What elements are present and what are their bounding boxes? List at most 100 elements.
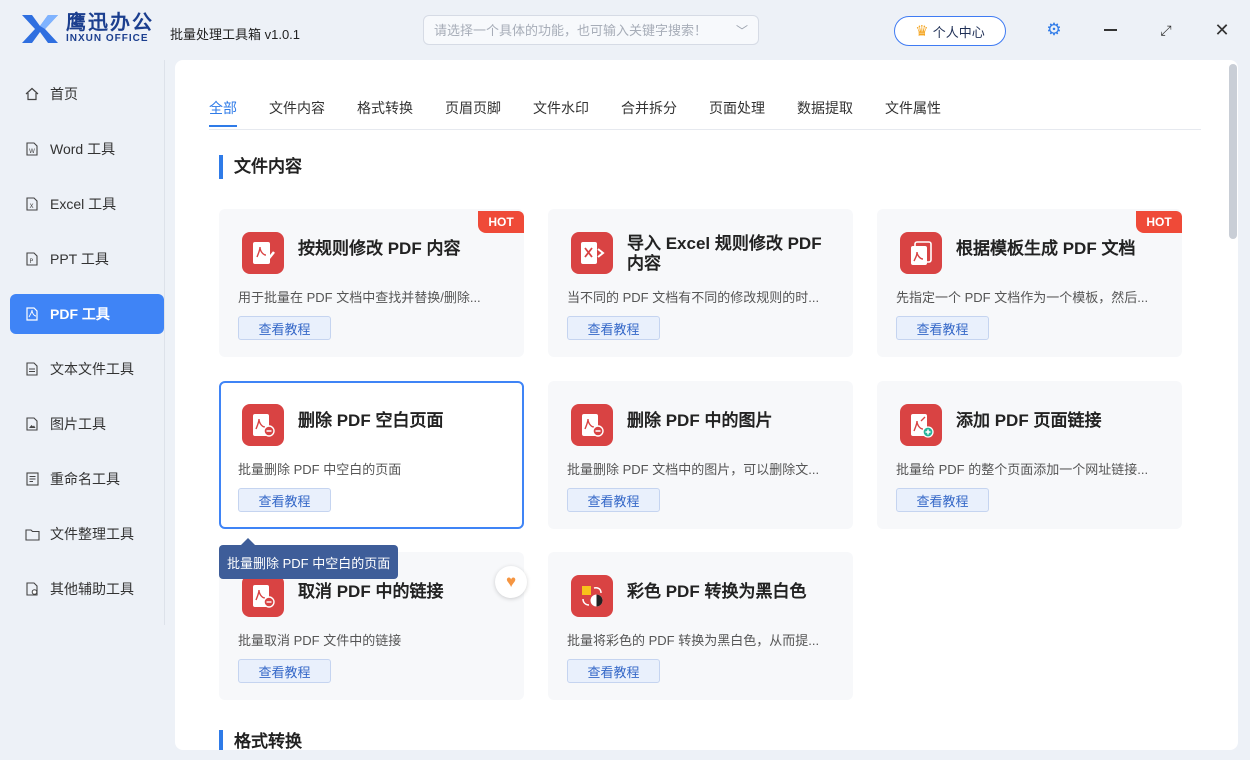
sidebar-item-label: PDF 工具 <box>50 306 110 322</box>
sidebar-item-excel[interactable]: X Excel 工具 <box>10 184 164 224</box>
card-description: 批量将彩色的 PDF 转换为黑白色，从而提... <box>567 633 820 648</box>
tab-header-footer[interactable]: 页眉页脚 <box>445 98 501 130</box>
pdf-delete-page-icon <box>242 404 284 446</box>
sidebar: 首页 W Word 工具 X Excel 工具 P PPT 工具 PDF 工具 … <box>0 60 170 760</box>
section-title-format-conversion: 格式转换 <box>219 730 302 750</box>
tab-page-processing[interactable]: 页面处理 <box>709 98 765 130</box>
view-tutorial-button[interactable]: 查看教程 <box>238 659 331 683</box>
pdf-file-icon <box>24 306 40 322</box>
close-icon[interactable]: ✕ <box>1211 19 1233 41</box>
sidebar-item-label: Word 工具 <box>50 141 116 157</box>
category-tabs: 全部 文件内容 格式转换 页眉页脚 文件水印 合并拆分 页面处理 数据提取 文件… <box>209 98 973 130</box>
sidebar-item-file-organize[interactable]: 文件整理工具 <box>10 514 164 554</box>
tool-card[interactable]: 添加 PDF 页面链接 批量给 PDF 的整个页面添加一个网址链接... 查看教… <box>877 381 1182 529</box>
tooltip: 批量删除 PDF 中空白的页面 <box>219 538 399 579</box>
view-tutorial-button[interactable]: 查看教程 <box>567 316 660 340</box>
sidebar-item-label: 文件整理工具 <box>50 526 134 542</box>
tab-merge-split[interactable]: 合并拆分 <box>621 98 677 130</box>
card-title: 导入 Excel 规则修改 PDF 内容 <box>627 234 822 273</box>
chevron-down-icon[interactable]: ﹀ <box>736 22 748 39</box>
card-title: 彩色 PDF 转换为黑白色 <box>627 582 807 601</box>
color-to-bw-icon <box>571 575 613 617</box>
card-title: 添加 PDF 页面链接 <box>956 411 1102 430</box>
app-title: 批量处理工具箱 v1.0.1 <box>170 27 301 42</box>
sidebar-item-label: 首页 <box>50 86 78 102</box>
sidebar-item-other-tools[interactable]: 其他辅助工具 <box>10 569 164 609</box>
tools-icon <box>24 581 40 597</box>
sidebar-item-label: 其他辅助工具 <box>50 581 134 597</box>
sidebar-item-image[interactable]: 图片工具 <box>10 404 164 444</box>
section-title-file-content: 文件内容 <box>219 155 302 179</box>
ppt-file-icon: P <box>24 251 40 267</box>
excel-import-icon <box>571 232 613 274</box>
logo-chinese: 鹰迅办公 <box>66 12 154 34</box>
view-tutorial-button[interactable]: 查看教程 <box>567 488 660 512</box>
card-description: 用于批量在 PDF 文档中查找并替换/删除... <box>238 290 481 305</box>
tool-card[interactable]: 根据模板生成 PDF 文档 先指定一个 PDF 文档作为一个模板，然后... 查… <box>877 209 1182 357</box>
maximize-icon[interactable]: ⤢ <box>1155 19 1177 41</box>
view-tutorial-button[interactable]: 查看教程 <box>896 316 989 340</box>
svg-text:X: X <box>30 203 34 210</box>
tool-card[interactable]: 按规则修改 PDF 内容 用于批量在 PDF 文档中查找并替换/删除... 查看… <box>219 209 524 357</box>
sidebar-item-label: 图片工具 <box>50 416 106 432</box>
pdf-delete-image-icon <box>571 404 613 446</box>
tab-file-content[interactable]: 文件内容 <box>269 98 325 130</box>
card-title: 删除 PDF 空白页面 <box>298 411 444 430</box>
pdf-remove-link-icon <box>242 575 284 617</box>
home-icon <box>24 86 40 102</box>
sidebar-item-label: Excel 工具 <box>50 196 117 212</box>
view-tutorial-button[interactable]: 查看教程 <box>238 488 331 512</box>
vertical-scrollbar[interactable] <box>1229 64 1237 748</box>
tabs-divider <box>209 129 1201 130</box>
user-center-button[interactable]: ♛ 个人中心 <box>894 16 1006 46</box>
logo-english: INXUN OFFICE <box>66 33 149 44</box>
sidebar-item-pdf[interactable]: PDF 工具 <box>10 294 164 334</box>
search-input[interactable] <box>434 22 736 38</box>
pdf-add-link-icon <box>900 404 942 446</box>
tab-watermark[interactable]: 文件水印 <box>533 98 589 130</box>
crown-icon: ♛ <box>915 23 929 40</box>
rename-icon <box>24 471 40 487</box>
folder-icon <box>24 526 40 542</box>
card-title: 按规则修改 PDF 内容 <box>298 239 461 258</box>
favorite-heart-icon[interactable]: ♥ <box>495 566 527 598</box>
card-description: 批量取消 PDF 文件中的链接 <box>238 633 402 648</box>
card-description: 批量删除 PDF 文档中的图片，可以删除文... <box>567 462 820 477</box>
sidebar-item-rename[interactable]: 重命名工具 <box>10 459 164 499</box>
user-center-label: 个人中心 <box>932 24 985 40</box>
view-tutorial-button[interactable]: 查看教程 <box>896 488 989 512</box>
image-file-icon <box>24 416 40 432</box>
card-description: 当不同的 PDF 文档有不同的修改规则的时... <box>567 290 820 305</box>
svg-text:P: P <box>30 258 34 265</box>
pdf-template-icon <box>900 232 942 274</box>
card-description: 批量给 PDF 的整个页面添加一个网址链接... <box>896 462 1149 477</box>
view-tutorial-button[interactable]: 查看教程 <box>567 659 660 683</box>
sidebar-item-text-file[interactable]: 文本文件工具 <box>10 349 164 389</box>
tab-file-properties[interactable]: 文件属性 <box>885 98 941 130</box>
gear-icon[interactable]: ⚙ <box>1043 19 1065 41</box>
tool-card[interactable]: 删除 PDF 空白页面 批量删除 PDF 中空白的页面 查看教程 <box>219 381 524 529</box>
sidebar-divider <box>164 60 165 625</box>
sidebar-item-label: PPT 工具 <box>50 251 109 267</box>
tool-card[interactable]: 彩色 PDF 转换为黑白色 批量将彩色的 PDF 转换为黑白色，从而提... 查… <box>548 552 853 700</box>
svg-text:W: W <box>29 148 35 155</box>
minimize-icon[interactable] <box>1099 19 1121 41</box>
hot-badge: HOT <box>1136 211 1182 233</box>
tab-data-extraction[interactable]: 数据提取 <box>797 98 853 130</box>
scrollbar-thumb[interactable] <box>1229 64 1237 239</box>
pdf-edit-icon <box>242 232 284 274</box>
tool-card[interactable]: 导入 Excel 规则修改 PDF 内容 当不同的 PDF 文档有不同的修改规则… <box>548 209 853 357</box>
sidebar-item-ppt[interactable]: P PPT 工具 <box>10 239 164 279</box>
tab-format-conversion[interactable]: 格式转换 <box>357 98 413 130</box>
logo-mark-icon <box>22 15 58 43</box>
sidebar-item-home[interactable]: 首页 <box>10 74 164 114</box>
sidebar-item-word[interactable]: W Word 工具 <box>10 129 164 169</box>
tool-card[interactable]: 删除 PDF 中的图片 批量删除 PDF 文档中的图片，可以删除文... 查看教… <box>548 381 853 529</box>
view-tutorial-button[interactable]: 查看教程 <box>238 316 331 340</box>
hot-badge: HOT <box>478 211 524 233</box>
word-file-icon: W <box>24 141 40 157</box>
search-box[interactable]: ﹀ <box>423 15 759 45</box>
excel-file-icon: X <box>24 196 40 212</box>
tab-all[interactable]: 全部 <box>209 98 237 130</box>
card-title: 取消 PDF 中的链接 <box>298 582 444 601</box>
